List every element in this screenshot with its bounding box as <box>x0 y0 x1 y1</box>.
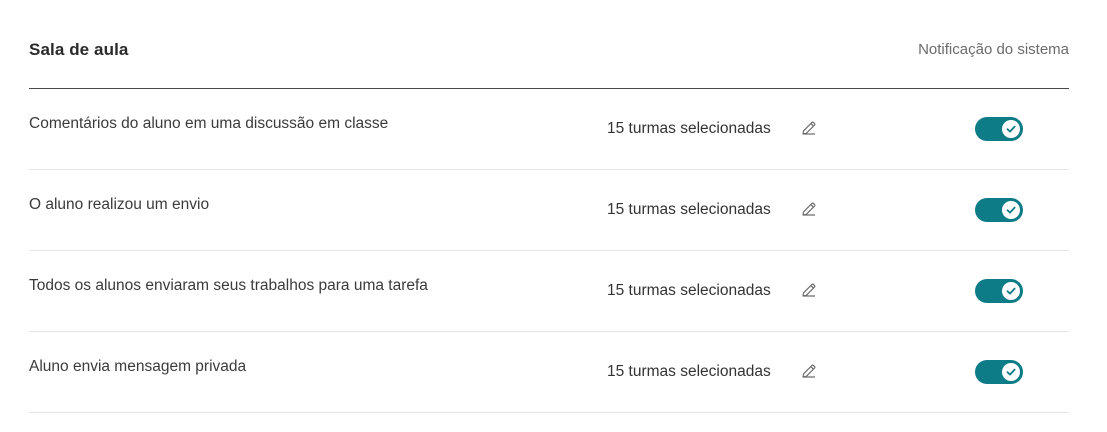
toggle-knob <box>1002 282 1020 300</box>
notification-label: Comentários do aluno em uma discussão em… <box>29 115 389 132</box>
pencil-icon <box>802 202 816 216</box>
selected-classes-count: 15 turmas selecionadas <box>607 201 771 218</box>
selected-classes-count: 15 turmas selecionadas <box>607 120 771 137</box>
notification-label: Todos os alunos enviaram seus trabalhos … <box>29 277 428 294</box>
selected-classes-count: 15 turmas selecionadas <box>607 363 771 380</box>
section-header: Sala de aula Notificação do sistema <box>29 0 1069 89</box>
checkmark-icon <box>1006 206 1016 214</box>
selected-classes-count: 15 turmas selecionadas <box>607 282 771 299</box>
section-title: Sala de aula <box>29 40 129 59</box>
edit-classes-button[interactable] <box>800 281 818 299</box>
pencil-icon <box>802 283 816 297</box>
edit-classes-button[interactable] <box>800 362 818 380</box>
checkmark-icon <box>1006 287 1016 295</box>
checkmark-icon <box>1006 368 1016 376</box>
toggle-knob <box>1002 201 1020 219</box>
notification-list: Comentários do aluno em uma discussão em… <box>29 89 1069 413</box>
toggle-knob <box>1002 363 1020 381</box>
system-notification-toggle[interactable] <box>975 279 1023 303</box>
notification-row: Todos os alunos enviaram seus trabalhos … <box>29 251 1069 332</box>
checkmark-icon <box>1006 125 1016 133</box>
edit-classes-button[interactable] <box>800 200 818 218</box>
pencil-icon <box>802 121 816 135</box>
notification-row: Aluno envia mensagem privada 15 turmas s… <box>29 332 1069 413</box>
notification-label: O aluno realizou um envio <box>29 196 210 213</box>
notification-row: O aluno realizou um envio 15 turmas sele… <box>29 170 1069 251</box>
system-notification-toggle[interactable] <box>975 198 1023 222</box>
system-notification-toggle[interactable] <box>975 117 1023 141</box>
notification-label: Aluno envia mensagem privada <box>29 358 247 375</box>
column-header-system-notification: Notificação do sistema <box>918 41 1069 58</box>
notification-settings-page: Sala de aula Notificação do sistema Come… <box>0 0 1107 432</box>
edit-classes-button[interactable] <box>800 119 818 137</box>
pencil-icon <box>802 364 816 378</box>
toggle-knob <box>1002 120 1020 138</box>
system-notification-toggle[interactable] <box>975 360 1023 384</box>
notification-row: Comentários do aluno em uma discussão em… <box>29 89 1069 170</box>
